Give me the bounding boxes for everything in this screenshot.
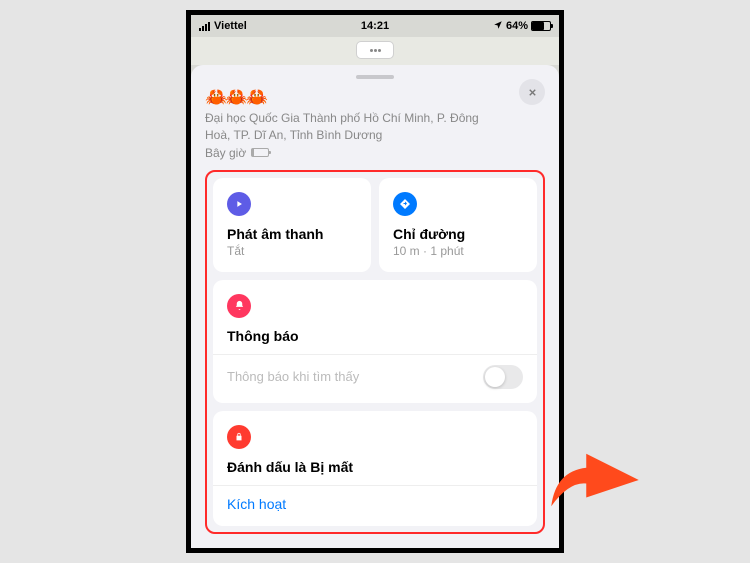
bottom-sheet: 🦀🦀🦀 Đại học Quốc Gia Thành phố Hồ Chí Mi… xyxy=(191,65,559,548)
directions-sub: 10 m · 1 phút xyxy=(393,244,523,258)
notify-toggle[interactable] xyxy=(483,365,523,389)
close-button[interactable] xyxy=(519,79,545,105)
battery-time-label: Bây giờ xyxy=(205,146,246,160)
battery-percent: 64% xyxy=(506,20,528,32)
signal-icon xyxy=(199,22,210,31)
lock-icon xyxy=(227,425,251,449)
play-sound-card[interactable]: Phát âm thanh Tắt xyxy=(213,178,371,272)
battery-icon xyxy=(531,21,551,31)
status-bar: Viettel 14:21 64% xyxy=(191,15,559,37)
bell-icon xyxy=(227,294,251,318)
device-address: Đại học Quốc Gia Thành phố Hồ Chí Minh, … xyxy=(205,110,485,144)
map-background xyxy=(191,37,559,65)
carrier-label: Viettel xyxy=(214,20,247,32)
time-label: 14:21 xyxy=(361,20,389,32)
location-icon xyxy=(493,20,503,33)
notifications-title: Thông báo xyxy=(227,328,523,344)
mark-lost-title: Đánh dấu là Bị mất xyxy=(227,459,523,475)
device-title: 🦀🦀🦀 xyxy=(205,87,545,108)
phone-screen: Viettel 14:21 64% 🦀🦀🦀 Đại học Quốc Gia T… xyxy=(191,15,559,548)
notify-when-found-label: Thông báo khi tìm thấy xyxy=(227,369,359,384)
directions-icon xyxy=(393,192,417,216)
directions-title: Chỉ đường xyxy=(393,226,523,242)
mark-lost-card[interactable]: Đánh dấu là Bị mất Kích hoạt xyxy=(213,411,537,526)
activate-link[interactable]: Kích hoạt xyxy=(227,496,523,512)
play-sound-sub: Tắt xyxy=(227,244,357,258)
play-sound-title: Phát âm thanh xyxy=(227,226,357,242)
annotation-highlight: Phát âm thanh Tắt Chỉ đường 10 m · 1 phú… xyxy=(205,170,545,534)
device-pill[interactable] xyxy=(356,41,394,59)
divider xyxy=(213,485,537,486)
notifications-card[interactable]: Thông báo Thông báo khi tìm thấy xyxy=(213,280,537,403)
mini-battery-icon xyxy=(251,148,269,157)
device-battery-row: Bây giờ xyxy=(205,146,545,160)
divider xyxy=(213,354,537,355)
sheet-handle[interactable] xyxy=(356,75,394,79)
directions-card[interactable]: Chỉ đường 10 m · 1 phút xyxy=(379,178,537,272)
play-icon xyxy=(227,192,251,216)
